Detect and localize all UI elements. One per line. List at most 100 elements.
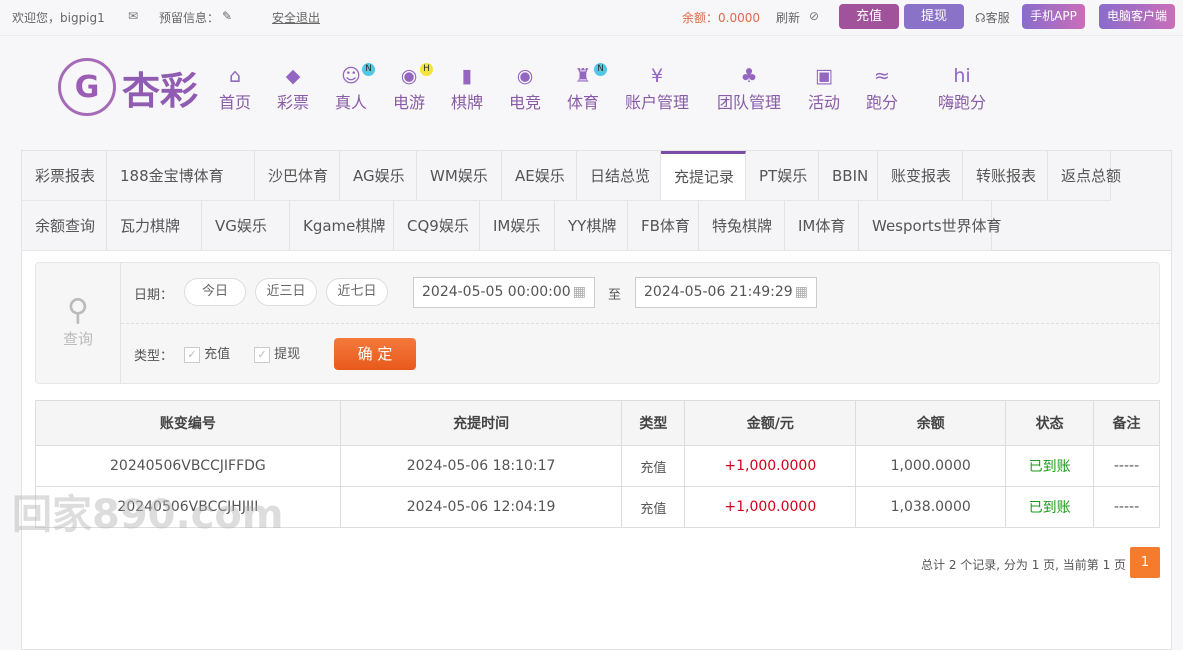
to-label: 至	[608, 288, 622, 303]
tab-item[interactable]: CQ9娱乐	[394, 201, 480, 251]
tab-item[interactable]: 特兔棋牌	[699, 201, 785, 251]
column-header: 账变编号	[35, 400, 341, 446]
checkbox-icon: ✓	[184, 346, 200, 363]
report-panel: 彩票报表 188金宝博体育 沙巴体育 AG娱乐 WM娱乐 AE娱乐 日结总览 充提记录 PT娱乐…	[21, 150, 1172, 650]
headset-icon: ☊	[975, 11, 986, 25]
nav-item[interactable]: hi 嗨跑分	[938, 65, 986, 113]
logout-link[interactable]: 安全退出	[272, 9, 320, 26]
tab-item[interactable]: 转账报表	[963, 151, 1048, 201]
table-cell: 已到账	[1005, 486, 1095, 528]
nav-item[interactable]: ▣ 活动	[808, 65, 840, 113]
support-link[interactable]: ☊客服	[975, 9, 1010, 26]
support-label: 客服	[985, 11, 1010, 25]
watermark: 回家890.com	[12, 492, 284, 538]
welcome-text: 欢迎您，bigpig1	[12, 11, 105, 25]
type-label: 类型：	[134, 349, 174, 364]
tab-item[interactable]: 余额查询	[22, 201, 107, 251]
gift-icon: ▣	[815, 65, 833, 87]
query-filter: ⚲ 查询 日期： 今日 近三日 近七日 2024-05-05 00:00:00 ▦…	[35, 262, 1160, 384]
nav-item[interactable]: ▮ 棋牌	[451, 65, 483, 113]
column-header: 余额	[855, 400, 1007, 446]
refresh-link[interactable]: 刷新	[776, 9, 800, 26]
nav-item[interactable]: ≈ 跑分	[866, 65, 898, 113]
gamepad-icon: ◉	[516, 65, 534, 87]
nav-label: 彩票	[277, 93, 310, 112]
mobile-app-button[interactable]: 手机APP	[1022, 4, 1085, 29]
today-button[interactable]: 今日	[184, 278, 246, 306]
cards-icon: ▮	[461, 65, 473, 87]
tab-item[interactable]: 瓦力棋牌	[107, 201, 202, 251]
nav-label: 体育	[567, 93, 600, 112]
balance-text: 余额：0.0000	[682, 11, 760, 25]
table-cell: 2024-05-06 12:04:19	[339, 486, 623, 528]
table-cell: +1,000.0000	[684, 486, 857, 528]
team-icon: ♣	[740, 65, 758, 87]
mail-icon[interactable]: ✉	[128, 9, 138, 23]
tab-item[interactable]: 彩票报表	[22, 151, 107, 201]
nav-label: 真人	[335, 93, 368, 112]
logo[interactable]: G 杏彩	[58, 58, 198, 116]
tab-item[interactable]: 充提记录	[661, 151, 746, 201]
search-icon: ⚲	[67, 293, 89, 328]
table-cell: 充值	[621, 445, 686, 487]
tab-item[interactable]: 188金宝博体育	[107, 151, 255, 201]
nav-item[interactable]: ¥ 账户管理	[625, 65, 689, 113]
deposit-button[interactable]: 充值	[839, 4, 899, 29]
tab-item[interactable]: WM娱乐	[417, 151, 502, 201]
tab-item[interactable]: FB体育	[628, 201, 699, 251]
tab-item[interactable]: Wesports世界体育	[859, 201, 1002, 251]
tab-item[interactable]: YY棋牌	[555, 201, 628, 251]
tab-item[interactable]: AG娱乐	[340, 151, 417, 201]
tab-item[interactable]: 账变报表	[878, 151, 963, 201]
column-header: 类型	[621, 400, 686, 446]
column-header: 备注	[1093, 400, 1160, 446]
main-nav: G 杏彩 ⌂ 首页 ◆ 彩票 ☺ N 真人 ◉ H 电游 ▮ 棋牌 ◉ 电竞 ♜ N 体育 ¥ 账户管理 ♣ 团队管理 ▣ 活…	[0, 55, 1183, 125]
ticket-icon: ◆	[285, 65, 301, 87]
nav-item[interactable]: ◆ 彩票	[277, 65, 309, 113]
start-date-value: 2024-05-05 00:00:00	[422, 284, 571, 300]
page-button-1[interactable]: 1	[1130, 547, 1160, 578]
eye-off-icon[interactable]: ⊘	[809, 9, 819, 23]
withdraw-checkbox[interactable]: ✓ 提现	[254, 343, 300, 363]
nav-label: 电游	[393, 93, 426, 112]
nav-item[interactable]: ⌂ 首页	[219, 65, 251, 113]
confirm-button[interactable]: 确 定	[334, 338, 416, 370]
tab-item[interactable]: IM体育	[785, 201, 859, 251]
three-days-button[interactable]: 近三日	[255, 278, 317, 306]
tab-item[interactable]: Kgame棋牌	[290, 201, 394, 251]
badge: N	[362, 63, 376, 76]
gamepad-icon: ◉ H	[393, 63, 434, 89]
calendar-icon: ▦	[794, 284, 808, 300]
tab-item[interactable]: 日结总览	[577, 151, 661, 201]
pc-client-button[interactable]: 电脑客户端	[1099, 4, 1175, 29]
end-date-input[interactable]: 2024-05-06 21:49:29 ▦	[635, 277, 817, 308]
tab-item[interactable]: 返点总额	[1048, 151, 1121, 201]
hi-icon: hi	[953, 65, 971, 87]
lady-icon: ☺ N	[335, 63, 376, 89]
end-date-value: 2024-05-06 21:49:29	[644, 284, 793, 300]
column-header: 充提时间	[339, 400, 623, 446]
edit-icon[interactable]: ✎	[222, 9, 232, 23]
tab-item[interactable]: BBIN	[819, 151, 878, 201]
withdraw-checkbox-label: 提现	[274, 347, 301, 362]
start-date-input[interactable]: 2024-05-05 00:00:00 ▦	[413, 277, 595, 308]
nav-item[interactable]: ♣ 团队管理	[717, 65, 781, 113]
table-cell: 1,000.0000	[855, 445, 1007, 487]
column-header: 金额/元	[684, 400, 857, 446]
tab-item[interactable]: AE娱乐	[502, 151, 577, 201]
seven-days-button[interactable]: 近七日	[326, 278, 388, 306]
query-label: 查询	[62, 330, 93, 348]
nav-item[interactable]: ◉ H 电游	[393, 63, 434, 113]
nav-item[interactable]: ◉ 电竞	[509, 65, 541, 113]
tab-item[interactable]: 沙巴体育	[255, 151, 340, 201]
table-cell: -----	[1093, 445, 1160, 487]
nav-item[interactable]: ♜ N 体育	[567, 63, 608, 113]
tab-item[interactable]: PT娱乐	[746, 151, 819, 201]
report-tabs: 彩票报表 188金宝博体育 沙巴体育 AG娱乐 WM娱乐 AE娱乐 日结总览 充提记录 PT娱乐…	[22, 151, 1171, 251]
tab-item[interactable]: VG娱乐	[202, 201, 290, 251]
nav-item[interactable]: ☺ N 真人	[335, 63, 376, 113]
deposit-checkbox[interactable]: ✓ 充值	[184, 343, 230, 363]
tab-item[interactable]: IM娱乐	[480, 201, 555, 251]
withdraw-button[interactable]: 提现	[904, 4, 964, 29]
table-cell: 充值	[621, 486, 686, 528]
